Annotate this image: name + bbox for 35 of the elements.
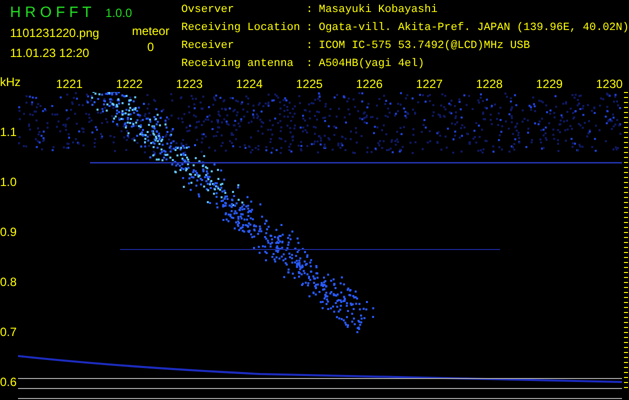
app-title: H R O F F T [10, 4, 92, 21]
app-version: 1.0.0 [105, 6, 132, 20]
axis-label: 0.8 [0, 276, 17, 288]
info-value: Masayuki Kobayashi [318, 4, 439, 18]
frequency-label: 1228 [476, 78, 503, 90]
frequency-label: 1227 [416, 78, 443, 90]
frequency-label: 1230 [596, 78, 623, 90]
axis-label: 0.6 [0, 376, 17, 388]
frequency-label: 1225 [296, 78, 323, 90]
info-value: Ogata-vill. Akita-Pref. JAPAN (139.96E, 40.02N) [318, 22, 629, 36]
info-separator: : [306, 58, 313, 72]
unit-label: kHz [0, 76, 21, 88]
info-label: Ovserver [181, 4, 236, 18]
info-label: Receiving antenna [181, 58, 295, 72]
frequency-label: 1226 [356, 78, 383, 90]
date-time: 11.01.23 12:20 [10, 46, 90, 60]
info-value: ICOM IC-575 53.7492(@LCD)MHz USB [318, 40, 531, 54]
meteor-label: meteor [132, 24, 170, 38]
frequency-label: 1224 [236, 78, 263, 90]
axis-label: 1.1 [0, 126, 17, 138]
info-separator: : [306, 4, 313, 18]
info-separator: : [306, 40, 313, 54]
frequency-label: 1222 [116, 78, 143, 90]
frequency-label: 1229 [536, 78, 563, 90]
frequency-label: 1221 [56, 78, 83, 90]
axis-label: 0.9 [0, 226, 17, 238]
frequency-label: 1223 [176, 78, 203, 90]
axis-label: 1.0 [0, 176, 17, 188]
file-name: 1101231220.png [10, 26, 100, 40]
info-value: A504HB(yagi 4el) [318, 58, 426, 72]
info-label: Receiving Location [181, 22, 300, 36]
meteor-count: 0 [147, 40, 154, 54]
axis-label: 0.7 [0, 326, 17, 338]
info-separator: : [306, 22, 313, 36]
info-label: Receiver [181, 40, 236, 54]
